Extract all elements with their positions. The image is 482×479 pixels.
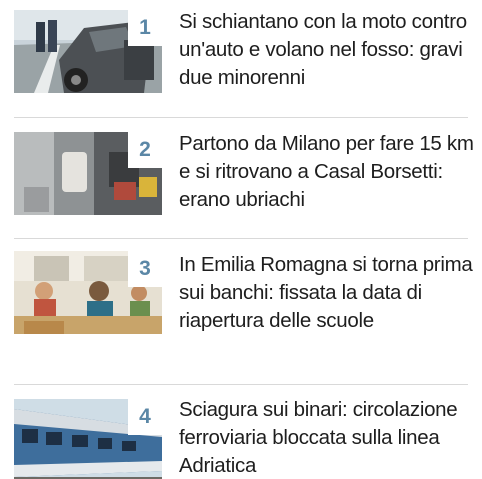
article-thumbnail[interactable]: 2 bbox=[14, 132, 162, 215]
rank-number: 3 bbox=[128, 251, 162, 287]
article-item[interactable]: 1 Si schiantano con la moto contro un'au… bbox=[0, 0, 482, 110]
article-item[interactable]: 4 Sciagura sui binari: circolazione ferr… bbox=[0, 385, 482, 479]
article-thumbnail[interactable]: 4 bbox=[14, 399, 162, 479]
article-title[interactable]: In Emilia Romagna si torna prima sui ban… bbox=[179, 251, 477, 335]
article-item[interactable]: 2 Partono da Milano per fare 15 km e si … bbox=[0, 118, 482, 238]
article-title[interactable]: Partono da Milano per fare 15 km e si ri… bbox=[179, 130, 477, 214]
most-read-list: 1 Si schiantano con la moto contro un'au… bbox=[0, 0, 482, 479]
article-thumbnail[interactable]: 3 bbox=[14, 251, 162, 334]
article-thumbnail[interactable]: 1 bbox=[14, 10, 162, 93]
article-title[interactable]: Si schiantano con la moto contro un'auto… bbox=[179, 8, 477, 92]
article-item[interactable]: 3 In Emilia Romagna si torna prima sui b… bbox=[0, 239, 482, 384]
rank-number: 4 bbox=[128, 399, 162, 435]
rank-number: 2 bbox=[128, 132, 162, 168]
article-title[interactable]: Sciagura sui binari: circolazione ferrov… bbox=[179, 396, 477, 479]
rank-number: 1 bbox=[128, 10, 162, 46]
